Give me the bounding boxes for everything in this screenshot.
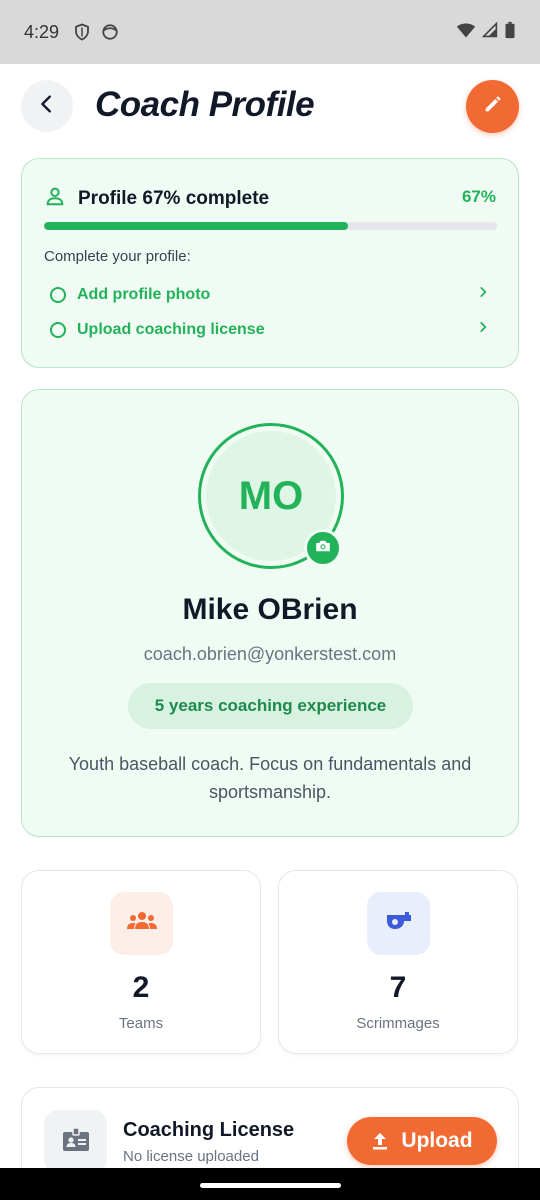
- unchecked-circle-icon: [50, 286, 66, 303]
- system-navigation-bar: [0, 1168, 540, 1200]
- page-title: Coach Profile: [95, 85, 315, 124]
- task-label: Add profile photo: [77, 285, 211, 303]
- unchecked-circle-icon: [50, 321, 66, 338]
- completion-progress-fill: [44, 222, 348, 230]
- back-arrow-icon: [36, 93, 58, 120]
- completion-title: Profile 67% complete: [78, 187, 270, 209]
- profile-card: MO Mike OBrien coach.obrien@yonkerstest.…: [21, 389, 519, 837]
- face-icon: [101, 23, 119, 41]
- upload-label: Upload: [401, 1129, 473, 1152]
- scrimmages-label: Scrimmages: [356, 1015, 440, 1032]
- completion-percent: 67%: [461, 187, 496, 206]
- teams-label: Teams: [118, 1015, 164, 1032]
- camera-icon: [314, 537, 332, 560]
- home-gesture-handle[interactable]: [200, 1183, 341, 1188]
- shield-icon: [73, 23, 91, 41]
- profile-completion-card: Profile 67% complete 67% Complete your p…: [21, 158, 519, 368]
- change-photo-button[interactable]: [304, 529, 342, 567]
- license-status: No license uploaded: [123, 1148, 259, 1165]
- experience-badge: 5 years coaching experience: [128, 683, 413, 729]
- back-button[interactable]: [21, 80, 73, 132]
- edit-profile-button[interactable]: [466, 80, 519, 133]
- group-icon: [126, 910, 158, 937]
- completion-header: Profile 67% complete: [44, 185, 269, 212]
- teams-count: 2: [132, 971, 150, 1004]
- task-label: Upload coaching license: [77, 320, 265, 338]
- status-bar: 4:29: [0, 0, 540, 64]
- teams-icon-box: [110, 892, 173, 955]
- upload-license-button[interactable]: Upload: [347, 1117, 497, 1165]
- task-upload-license[interactable]: Upload coaching license: [50, 320, 490, 339]
- battery-icon: [504, 21, 516, 44]
- wifi-icon: [456, 21, 476, 44]
- pencil-icon: [482, 93, 504, 120]
- chevron-right-icon: [476, 285, 490, 304]
- app-bar: Coach Profile: [0, 64, 540, 148]
- chevron-right-icon: [476, 320, 490, 339]
- id-badge-icon: [62, 1126, 90, 1157]
- completion-subtitle: Complete your profile:: [44, 248, 191, 265]
- stat-card-teams[interactable]: 2 Teams: [21, 870, 261, 1054]
- status-time: 4:29: [24, 21, 60, 42]
- license-title: Coaching License: [123, 1119, 295, 1141]
- whistle-icon: [384, 910, 414, 937]
- task-add-photo[interactable]: Add profile photo: [50, 285, 490, 304]
- coach-name: Mike OBrien: [182, 593, 358, 626]
- upload-icon: [371, 1131, 389, 1151]
- scrimmages-icon-box: [367, 892, 430, 955]
- person-icon: [44, 185, 66, 212]
- signal-icon: [481, 21, 498, 44]
- coach-bio: Youth baseball coach. Focus on fundament…: [68, 754, 472, 802]
- stat-card-scrimmages[interactable]: 7 Scrimmages: [278, 870, 518, 1054]
- coach-email: coach.obrien@yonkerstest.com: [143, 644, 397, 664]
- license-icon-box: [44, 1110, 107, 1173]
- completion-progress-bar: [44, 222, 497, 230]
- scrimmages-count: 7: [389, 971, 407, 1004]
